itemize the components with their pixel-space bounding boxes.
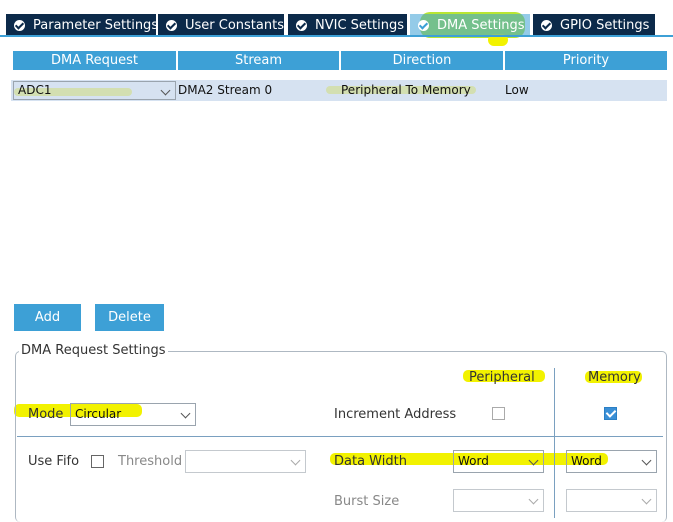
tab-dma-settings[interactable]: DMA Settings [410, 14, 530, 36]
chevron-down-icon [160, 85, 171, 96]
tab-label: NVIC Settings [315, 17, 404, 33]
threshold-select[interactable] [185, 450, 306, 473]
chevron-down-icon [641, 494, 652, 505]
tab-label: Parameter Settings [33, 17, 156, 33]
tab-gpio-settings[interactable]: GPIO Settings [533, 14, 655, 36]
memory-increment-checkbox[interactable] [604, 407, 617, 420]
chevron-down-icon [528, 455, 539, 466]
stream-cell: DMA2 Stream 0 [178, 83, 273, 97]
tab-parameter-settings[interactable]: Parameter Settings [6, 14, 156, 36]
memory-data-width-select[interactable]: Word [566, 450, 657, 473]
peripheral-increment-checkbox[interactable] [492, 407, 505, 420]
peripheral-burst-size-select[interactable] [453, 489, 544, 512]
peripheral-data-width-select[interactable]: Word [453, 450, 544, 473]
memory-data-width-value: Word [571, 454, 602, 468]
check-circle-icon [296, 19, 307, 31]
check-circle-icon [166, 19, 177, 31]
direction-cell: Peripheral To Memory [341, 83, 471, 97]
mode-value: Circular [75, 407, 122, 421]
threshold-label: Threshold [118, 454, 183, 469]
tab-nvic-settings[interactable]: NVIC Settings [288, 14, 407, 36]
tab-label: User Constants [185, 17, 284, 33]
mode-select[interactable]: Circular [70, 403, 196, 426]
column-header-priority[interactable]: Priority [505, 51, 667, 70]
mode-label: Mode [28, 407, 64, 422]
column-header-stream[interactable]: Stream [178, 51, 339, 70]
group-title: DMA Request Settings [19, 343, 168, 358]
dma-request-select[interactable]: ADC1 [13, 81, 176, 100]
check-circle-icon [14, 19, 25, 31]
memory-column-header: Memory [588, 370, 641, 385]
tab-underline [0, 35, 673, 37]
tab-user-constants[interactable]: User Constants [158, 14, 284, 36]
peripheral-data-width-value: Word [458, 454, 489, 468]
increment-address-label: Increment Address [334, 407, 457, 422]
check-circle-icon [418, 19, 429, 31]
data-width-label: Data Width [334, 454, 407, 469]
memory-burst-size-select[interactable] [566, 489, 657, 512]
add-button[interactable]: Add [14, 304, 81, 331]
chevron-down-icon [528, 494, 539, 505]
delete-button[interactable]: Delete [95, 304, 164, 331]
column-divider [554, 368, 555, 518]
check-circle-icon [541, 19, 552, 31]
use-fifo-checkbox[interactable] [91, 455, 104, 468]
chevron-down-icon [641, 455, 652, 466]
peripheral-column-header: Peripheral [469, 370, 535, 385]
dma-request-value: ADC1 [18, 83, 52, 97]
use-fifo-label: Use Fifo [28, 454, 80, 469]
column-header-direction[interactable]: Direction [341, 51, 503, 70]
priority-cell: Low [505, 83, 529, 97]
tab-label: GPIO Settings [560, 17, 650, 33]
burst-size-label: Burst Size [334, 494, 400, 509]
divider [17, 436, 663, 437]
chevron-down-icon [290, 455, 301, 466]
column-header-dma-request[interactable]: DMA Request [13, 51, 176, 70]
tab-label: DMA Settings [437, 17, 525, 33]
chevron-down-icon [180, 408, 191, 419]
